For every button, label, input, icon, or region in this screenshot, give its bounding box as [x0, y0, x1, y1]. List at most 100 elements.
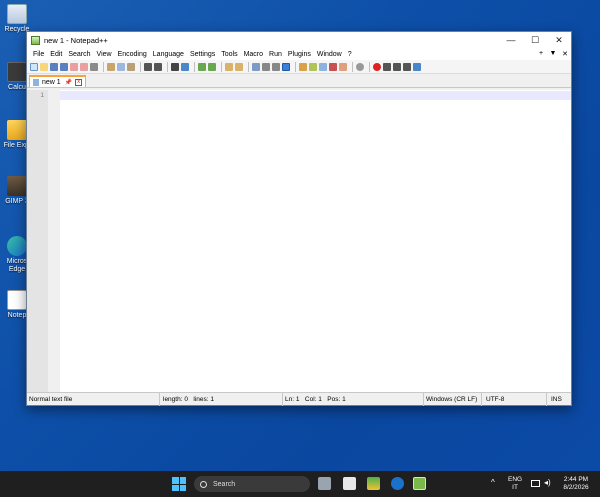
clock[interactable]: 2:44 PM 8/2/2026 — [560, 476, 592, 492]
status-length: length: 0 — [163, 395, 188, 403]
doc-list-icon[interactable] — [329, 62, 337, 71]
menu-file[interactable]: File — [30, 51, 47, 58]
menu-macro[interactable]: Macro — [241, 51, 266, 58]
cut-icon[interactable] — [107, 62, 115, 71]
run-macro-multiple-icon[interactable] — [403, 62, 411, 71]
tab-list-button[interactable]: ▼ — [547, 50, 559, 58]
language-sub: IT — [512, 484, 518, 491]
menu-edit[interactable]: Edit — [47, 51, 65, 58]
tab-new-1[interactable]: new 1 📌 x — [29, 75, 87, 87]
clock-time: 2:44 PM — [563, 476, 589, 483]
sync-vertical-icon[interactable] — [225, 62, 233, 71]
text-area[interactable] — [60, 90, 571, 394]
store-icon[interactable] — [367, 477, 380, 490]
paste-icon[interactable] — [127, 62, 135, 71]
volume-icon[interactable]: ◂) — [544, 479, 551, 487]
title-bar[interactable]: new 1 - Notepad++ — ☐ ✕ — [27, 32, 571, 48]
sync-horizontal-icon[interactable] — [235, 62, 243, 71]
maximize-button[interactable]: ☐ — [523, 32, 547, 48]
play-macro-icon[interactable] — [393, 62, 401, 71]
save-icon[interactable] — [50, 62, 58, 71]
notepadpp-taskbar-icon[interactable] — [413, 477, 426, 490]
tab-close-icon[interactable]: x — [75, 78, 83, 86]
toolbar-divider — [194, 61, 195, 72]
line-number: 1 — [40, 92, 44, 99]
record-macro-icon[interactable] — [373, 62, 381, 71]
copy-icon[interactable] — [117, 62, 125, 71]
close-button[interactable]: ✕ — [547, 32, 571, 48]
language-indicator[interactable]: ENG IT — [508, 476, 522, 492]
status-eol[interactable]: Windows (CR LF) — [424, 392, 482, 406]
status-file-type: Normal text file — [27, 392, 160, 406]
tray-chevron-icon[interactable]: ^ — [491, 479, 495, 487]
save-all-icon[interactable] — [60, 62, 68, 71]
tab-label: new 1 — [42, 78, 61, 86]
menu-bar: File Edit Search View Encoding Language … — [27, 48, 571, 60]
folder-icon — [7, 120, 27, 140]
redo-icon[interactable] — [154, 62, 162, 71]
zoom-out-icon[interactable] — [208, 62, 216, 71]
editor-area[interactable]: 1 — [27, 90, 571, 394]
taskbar-search[interactable]: Search — [194, 476, 310, 492]
menu-plugins[interactable]: Plugins — [285, 51, 314, 58]
find-icon[interactable] — [171, 62, 179, 71]
monitoring-icon[interactable] — [339, 62, 347, 71]
status-pos: Pos: 1 — [327, 395, 346, 403]
mail-icon[interactable] — [391, 477, 404, 490]
desktop-icon-label: Micros Edge — [6, 258, 28, 273]
menu-language[interactable]: Language — [150, 51, 187, 58]
focus-mode-icon[interactable] — [356, 62, 364, 71]
status-col: Col: 1 — [304, 395, 322, 403]
notepad-icon — [7, 290, 27, 310]
minimize-button[interactable]: — — [499, 32, 523, 48]
toolbar-divider — [167, 61, 168, 72]
menu-search[interactable]: Search — [65, 51, 93, 58]
word-wrap-icon[interactable] — [252, 62, 260, 71]
gimp-icon — [7, 176, 27, 196]
close-doc-button[interactable]: ✕ — [559, 50, 571, 58]
zoom-in-icon[interactable] — [198, 62, 206, 71]
fold-margin[interactable] — [48, 90, 60, 394]
menu-run[interactable]: Run — [266, 51, 285, 58]
task-view-icon[interactable] — [318, 477, 331, 490]
indent-guide-icon[interactable] — [272, 62, 280, 71]
close-file-icon[interactable] — [70, 62, 78, 71]
search-icon — [200, 480, 207, 488]
status-length-lines: length: 0 lines: 1 — [160, 393, 282, 406]
pin-icon[interactable]: 📌 — [65, 79, 72, 86]
status-ln: Ln: 1 — [285, 395, 300, 403]
close-all-icon[interactable] — [80, 62, 88, 71]
open-file-icon[interactable] — [40, 62, 48, 71]
start-button[interactable] — [172, 477, 186, 491]
menu-help[interactable]: ? — [345, 51, 355, 58]
function-list-icon[interactable] — [309, 62, 317, 71]
show-all-chars-icon[interactable] — [262, 62, 270, 71]
menu-right-controls: + ▼ ✕ — [535, 50, 571, 58]
file-icon[interactable] — [343, 477, 356, 490]
new-tab-button[interactable]: + — [535, 50, 547, 58]
menu-settings[interactable]: Settings — [187, 51, 218, 58]
menu-encoding[interactable]: Encoding — [115, 51, 150, 58]
search-placeholder: Search — [213, 480, 236, 488]
notepadpp-app-icon — [31, 35, 40, 45]
save-macro-icon[interactable] — [413, 62, 421, 71]
line-number-gutter: 1 — [27, 90, 48, 394]
network-icon[interactable] — [531, 480, 540, 487]
recycle-bin-icon — [7, 4, 27, 24]
menu-view[interactable]: View — [94, 51, 115, 58]
status-encoding[interactable]: UTF-8 — [482, 392, 547, 406]
menu-tools[interactable]: Tools — [218, 51, 240, 58]
udl-icon[interactable] — [282, 62, 290, 71]
replace-icon[interactable] — [181, 62, 189, 71]
window-title: new 1 - Notepad++ — [44, 35, 108, 45]
new-file-icon[interactable] — [30, 62, 38, 71]
taskbar: Search ^ ENG IT ◂) 2:44 PM 8/2/2026 — [0, 471, 600, 497]
menu-window[interactable]: Window — [314, 51, 345, 58]
undo-icon[interactable] — [144, 62, 152, 71]
print-icon[interactable] — [90, 62, 98, 71]
doc-map-icon[interactable] — [299, 62, 307, 71]
status-insert-mode[interactable]: INS — [547, 393, 569, 406]
stop-macro-icon[interactable] — [383, 62, 391, 71]
desktop-icon-recycle-bin[interactable]: Recycle — [2, 4, 32, 34]
folder-workspace-icon[interactable] — [319, 62, 327, 71]
